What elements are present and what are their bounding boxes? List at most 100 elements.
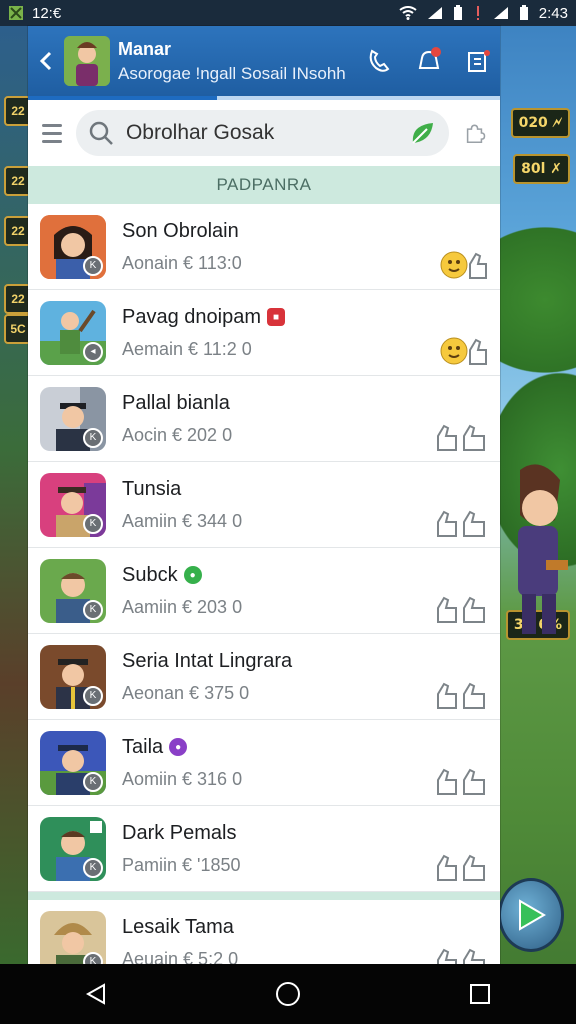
emoji-thumb-icon bbox=[440, 251, 487, 279]
search-icon bbox=[89, 121, 113, 145]
bell-icon bbox=[418, 47, 441, 69]
contact-avatar: K bbox=[40, 816, 106, 881]
contact-avatar: K bbox=[40, 386, 106, 451]
contact-meta: Aamiin € 344 0 bbox=[122, 510, 243, 531]
contact-row[interactable]: K Seria Intat Lingrara Aeonan € 375 0 bbox=[28, 634, 500, 720]
nav-home-button[interactable] bbox=[258, 964, 318, 1024]
back-button[interactable] bbox=[28, 51, 64, 71]
contact-avatar: K bbox=[40, 730, 106, 795]
contact-name: Dark Pemals bbox=[122, 821, 237, 844]
contact-name: Pavag dnoipam ■ bbox=[122, 306, 285, 329]
contact-row[interactable]: K Taila ● Aomiin € 316 0 bbox=[28, 720, 500, 806]
notify-button[interactable] bbox=[414, 46, 444, 76]
reaction-group[interactable] bbox=[440, 336, 488, 366]
alert-icon bbox=[476, 6, 479, 20]
contact-name: Lesaik Tama bbox=[122, 915, 234, 938]
hud-badge-mid[interactable]: 80l ✗ bbox=[513, 154, 570, 184]
contact-row[interactable]: ◂ Pavag dnoipam ■ Aemain € 11:2 0 bbox=[28, 290, 500, 376]
status-time: 12:€ bbox=[32, 4, 62, 22]
avatar-action-icon[interactable]: K bbox=[83, 771, 103, 792]
thumb-pair-icon bbox=[437, 510, 485, 537]
phone-icon bbox=[369, 49, 390, 72]
leaf-icon[interactable] bbox=[409, 119, 437, 147]
thumb-pair-icon bbox=[437, 948, 485, 966]
search-row bbox=[28, 100, 500, 166]
back-triangle-icon bbox=[85, 983, 105, 1005]
contact-avatar: K bbox=[40, 472, 106, 537]
call-button[interactable] bbox=[366, 48, 392, 74]
reaction-group[interactable] bbox=[436, 946, 488, 966]
contact-row[interactable]: K Dark Pemals Pamiin € '1850 bbox=[28, 806, 500, 892]
contact-name: Seria Intat Lingrara bbox=[122, 649, 293, 672]
contact-name: Subck ● bbox=[122, 564, 242, 587]
avatar-action-icon[interactable]: K bbox=[83, 513, 103, 534]
contact-name: Tunsia bbox=[122, 477, 182, 500]
thumb-pair-icon bbox=[437, 424, 485, 451]
contact-row[interactable]: K Son Obrolain Aonain € 113:0 bbox=[28, 204, 500, 290]
compose-icon bbox=[468, 50, 490, 72]
battery-icon bbox=[453, 5, 462, 20]
section-header: PADPANRA bbox=[28, 166, 500, 204]
chevron-left-icon bbox=[39, 51, 52, 71]
reaction-group[interactable] bbox=[436, 680, 488, 710]
play-icon bbox=[519, 899, 546, 931]
menu-icon[interactable] bbox=[42, 123, 62, 143]
game-left-hud: 22 22 22 22 5C bbox=[0, 26, 32, 966]
contact-row[interactable]: K Tunsia Aamiin € 344 0 bbox=[28, 462, 500, 548]
thumb-pair-icon bbox=[437, 768, 485, 795]
signal-icon bbox=[427, 7, 442, 19]
compose-button[interactable] bbox=[466, 48, 492, 74]
nav-recents-button[interactable] bbox=[450, 964, 510, 1024]
chat-panel: Manar Asorogae !ngall Sosail INsohh PADP… bbox=[28, 26, 500, 966]
contact-avatar: ◂ bbox=[40, 300, 106, 365]
thumb-pair-icon bbox=[437, 854, 485, 881]
emoji-thumb-icon bbox=[440, 337, 487, 365]
contact-avatar: K bbox=[40, 558, 106, 623]
notification-icon bbox=[9, 6, 23, 20]
contact-name: Taila ● bbox=[122, 736, 242, 759]
contact-meta: Aamiin € 203 0 bbox=[122, 596, 243, 617]
search-box[interactable] bbox=[75, 110, 449, 156]
avatar-action-icon[interactable]: K bbox=[83, 427, 103, 448]
signal-icon-2 bbox=[493, 7, 508, 19]
contact-avatar: K bbox=[40, 644, 106, 709]
avatar-action-icon[interactable]: K bbox=[83, 857, 103, 878]
reaction-group[interactable] bbox=[440, 250, 488, 280]
status-bar: 12:€ 2:43 bbox=[0, 0, 576, 26]
contact-row[interactable]: K Subck ● Aamiin € 203 0 bbox=[28, 548, 500, 634]
avatar-action-icon[interactable]: K bbox=[83, 685, 103, 706]
contact-avatar: K bbox=[40, 910, 106, 966]
status-clock-right: 2:43 bbox=[538, 4, 568, 22]
play-button[interactable] bbox=[498, 878, 564, 952]
puzzle-icon[interactable] bbox=[463, 118, 486, 148]
header-subtitle: Asorogae !ngall Sosail INsohh bbox=[118, 63, 346, 83]
contact-meta: Aocin € 202 0 bbox=[122, 424, 233, 445]
green-badge-icon: ● bbox=[183, 566, 202, 584]
wifi-icon bbox=[399, 6, 417, 20]
contact-row[interactable]: K Pallal bianla Aocin € 202 0 bbox=[28, 376, 500, 462]
header-title: Manar bbox=[118, 38, 172, 59]
avatar-image bbox=[64, 36, 110, 86]
avatar-action-icon[interactable]: K bbox=[83, 599, 103, 620]
reaction-group[interactable] bbox=[436, 852, 488, 882]
nav-back-button[interactable] bbox=[66, 964, 126, 1024]
reaction-group[interactable] bbox=[436, 594, 488, 624]
contact-row[interactable]: K Lesaik Tama Aeuain € 5:2 0 bbox=[28, 900, 500, 966]
reaction-group[interactable] bbox=[436, 508, 488, 538]
thumb-pair-icon bbox=[437, 596, 485, 623]
section-divider bbox=[28, 892, 500, 900]
contact-meta: Aomiin € 316 0 bbox=[122, 768, 243, 789]
reaction-group[interactable] bbox=[436, 766, 488, 796]
purple-badge-icon: ● bbox=[169, 738, 188, 756]
reaction-group[interactable] bbox=[436, 422, 488, 452]
avatar-action-icon[interactable]: K bbox=[83, 255, 103, 276]
hud-badge-top[interactable]: 020 🗲 bbox=[510, 108, 570, 138]
battery-icon-2 bbox=[519, 5, 528, 20]
system-nav-bar bbox=[0, 964, 576, 1024]
home-circle-icon bbox=[276, 982, 300, 1006]
avatar-action-icon[interactable]: ◂ bbox=[83, 341, 103, 362]
progress-bar bbox=[28, 96, 500, 100]
app-header: Manar Asorogae !ngall Sosail INsohh bbox=[28, 26, 500, 96]
header-avatar[interactable] bbox=[64, 36, 110, 86]
search-input[interactable] bbox=[123, 120, 399, 146]
